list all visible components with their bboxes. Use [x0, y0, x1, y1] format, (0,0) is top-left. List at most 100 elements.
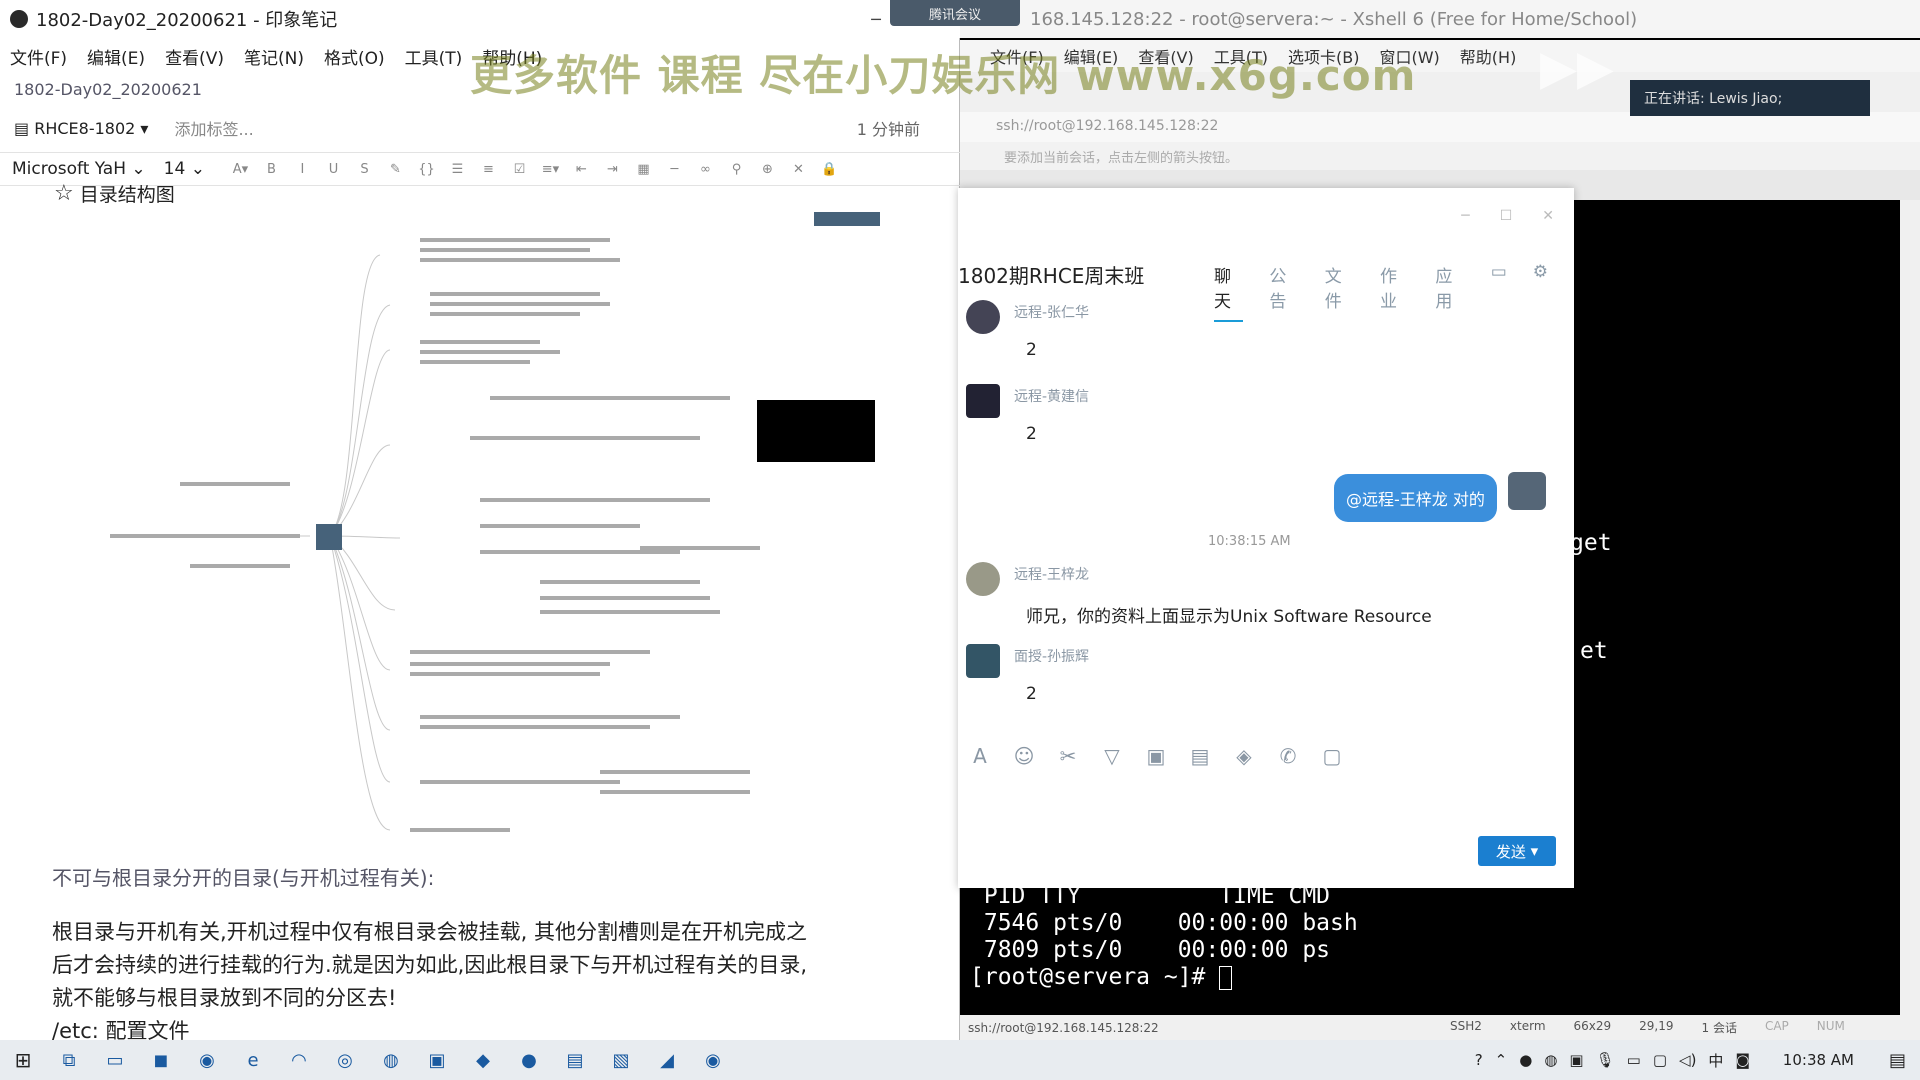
xshell-address-bar[interactable]: ssh://root@192.168.145.128:22 — [960, 112, 1920, 142]
attach-icon[interactable]: ⚲ — [721, 162, 752, 177]
ime-icon[interactable]: 中 — [1708, 1050, 1723, 1071]
menu-format[interactable]: 格式(O) — [314, 44, 395, 69]
sender-name: 远程-王梓龙 — [1014, 567, 1090, 583]
avatar[interactable] — [966, 300, 1000, 334]
menu-tools[interactable]: 工具(T) — [395, 44, 473, 69]
status-protocol: SSH2 — [1450, 1019, 1482, 1033]
bullet-list-icon[interactable]: ☰ — [442, 162, 473, 177]
remote-icon[interactable]: ▢ — [1310, 744, 1354, 768]
gift-icon[interactable]: ◈ — [1222, 744, 1266, 768]
avatar[interactable] — [966, 562, 1000, 596]
send-button[interactable]: 发送 ▾ — [1478, 836, 1556, 866]
status-size: 66x29 — [1573, 1019, 1612, 1033]
strikethrough-icon[interactable]: S — [349, 162, 380, 177]
app-icon[interactable]: ▤ — [552, 1050, 598, 1071]
font-size-select[interactable]: 14 ⌄ — [164, 159, 205, 179]
image-icon[interactable]: ▣ — [1134, 744, 1178, 768]
tab-apps[interactable]: 应用 — [1435, 262, 1464, 322]
battery-icon[interactable]: ▭ — [1627, 1051, 1641, 1069]
outdent-icon[interactable]: ⇤ — [566, 162, 597, 177]
notebook-selector[interactable]: ▤ RHCE8-1802 ▾ — [14, 119, 148, 138]
numbered-list-icon[interactable]: ≡ — [473, 162, 504, 177]
clear-format-icon[interactable]: ✕ — [783, 162, 814, 177]
app-icon[interactable]: ● — [506, 1050, 552, 1071]
store-icon[interactable]: ◼ — [138, 1050, 184, 1071]
notification-icon[interactable]: ▤ — [1889, 1050, 1906, 1071]
message-text: 2 — [1026, 340, 1037, 360]
taskbar-clock[interactable]: 10:38 AM — [1783, 1051, 1854, 1069]
folder-icon[interactable]: ▤ — [1178, 744, 1222, 768]
italic-icon[interactable]: I — [287, 162, 318, 177]
app-icon[interactable]: ◠ — [276, 1050, 322, 1071]
meeting-tab[interactable]: 腾讯会议 — [890, 0, 1020, 26]
table-icon[interactable]: ▦ — [628, 162, 659, 177]
align-icon[interactable]: ≡▾ — [535, 162, 566, 177]
input-toolbar: A ☺ ✂ ▽ ▣ ▤ ◈ ✆ ▢ — [958, 744, 1574, 768]
text-color-icon[interactable]: A▾ — [225, 162, 256, 177]
menu-edit[interactable]: 编辑(E) — [77, 44, 155, 69]
lock-icon[interactable]: 🔒 — [814, 162, 845, 177]
app-icon[interactable]: ◉ — [690, 1050, 736, 1071]
my-avatar[interactable] — [1508, 472, 1546, 510]
menu-file[interactable]: 文件(F) — [0, 44, 77, 69]
tray-app-icon[interactable]: ◙ — [1735, 1051, 1750, 1069]
help-icon[interactable]: ? — [1475, 1051, 1483, 1069]
app-icon[interactable]: ◍ — [368, 1050, 414, 1071]
menu-note[interactable]: 笔记(N) — [234, 44, 314, 69]
highlight-icon[interactable]: ✎ — [380, 162, 411, 177]
settings-gear-icon[interactable]: ⚙ — [1533, 262, 1548, 322]
app-icon[interactable]: ◆ — [460, 1050, 506, 1071]
terminal-scrollbar[interactable] — [1900, 200, 1920, 1015]
microphone-icon[interactable]: 🎙 — [1596, 1051, 1615, 1069]
tab-homework[interactable]: 作业 — [1380, 262, 1409, 322]
font-family-select[interactable]: Microsoft YaH ⌄ — [12, 159, 154, 179]
network-icon[interactable]: ▢ — [1653, 1051, 1667, 1069]
bold-icon[interactable]: B — [256, 162, 287, 177]
avatar[interactable] — [966, 384, 1000, 418]
note-paragraph-line: 就不能够与根目录放到不同的分区去! — [52, 986, 397, 1010]
note-title[interactable]: 1802-Day02_20200621 — [14, 80, 202, 99]
status-sessions: 1 会话 — [1701, 1021, 1737, 1035]
emoji-icon[interactable]: ☺ — [1002, 744, 1046, 768]
edge-icon[interactable]: e — [230, 1050, 276, 1071]
terminal-prompt-text: [root@servera ~]# — [970, 964, 1220, 990]
qq-tabs: 聊天 公告 文件 作业 应用 ▭ ⚙ — [1214, 262, 1574, 322]
tray-app-icon[interactable]: ▣ — [1569, 1051, 1583, 1069]
divider-icon[interactable]: ─ — [659, 162, 690, 177]
indent-icon[interactable]: ⇥ — [597, 162, 628, 177]
collect-icon[interactable]: ▽ — [1090, 744, 1134, 768]
avatar[interactable] — [966, 644, 1000, 678]
more-icon[interactable]: ⊕ — [752, 162, 783, 177]
code-icon[interactable]: {} — [411, 162, 442, 177]
qq-close-icon[interactable]: ✕ — [1542, 208, 1554, 224]
file-explorer-icon[interactable]: ▭ — [92, 1050, 138, 1071]
link-icon[interactable]: ∞ — [690, 162, 721, 177]
qq-maximize-icon[interactable]: ☐ — [1500, 208, 1513, 224]
task-view-icon[interactable]: ⧉ — [46, 1050, 92, 1071]
menu-view[interactable]: 查看(V) — [155, 44, 234, 69]
font-icon[interactable]: A — [958, 744, 1002, 768]
app-icon[interactable]: ▧ — [598, 1050, 644, 1071]
qq-minimize-icon[interactable]: ─ — [1461, 208, 1469, 224]
screenshot-icon[interactable]: ✂ — [1046, 744, 1090, 768]
notebook-name: RHCE8-1802 — [34, 118, 136, 138]
app-icon[interactable]: ◢ — [644, 1050, 690, 1071]
terminal-line: 7546 pts/0 00:00:00 bash — [970, 910, 1358, 936]
add-tag-input[interactable]: 添加标签... — [174, 116, 253, 140]
app-icon[interactable]: ◎ — [322, 1050, 368, 1071]
tray-app-icon[interactable]: ◍ — [1544, 1051, 1557, 1069]
underline-icon[interactable]: U — [318, 162, 349, 177]
chevron-up-icon[interactable]: ⌃ — [1495, 1051, 1508, 1069]
windows-start-icon[interactable]: ⊞ — [0, 1048, 46, 1072]
screen-share-icon[interactable]: ▭ — [1491, 262, 1507, 322]
tab-files[interactable]: 文件 — [1325, 262, 1354, 322]
app-icon[interactable]: ▣ — [414, 1050, 460, 1071]
tab-chat[interactable]: 聊天 — [1214, 262, 1244, 322]
checkbox-icon[interactable]: ☑ — [504, 162, 535, 177]
app-icon[interactable]: ◉ — [184, 1050, 230, 1071]
phone-icon[interactable]: ✆ — [1266, 744, 1310, 768]
xs-menu-help[interactable]: 帮助(H) — [1450, 44, 1527, 68]
tab-announcement[interactable]: 公告 — [1269, 262, 1298, 322]
volume-icon[interactable]: ◁) — [1679, 1051, 1696, 1069]
tray-app-icon[interactable]: ● — [1519, 1051, 1532, 1069]
